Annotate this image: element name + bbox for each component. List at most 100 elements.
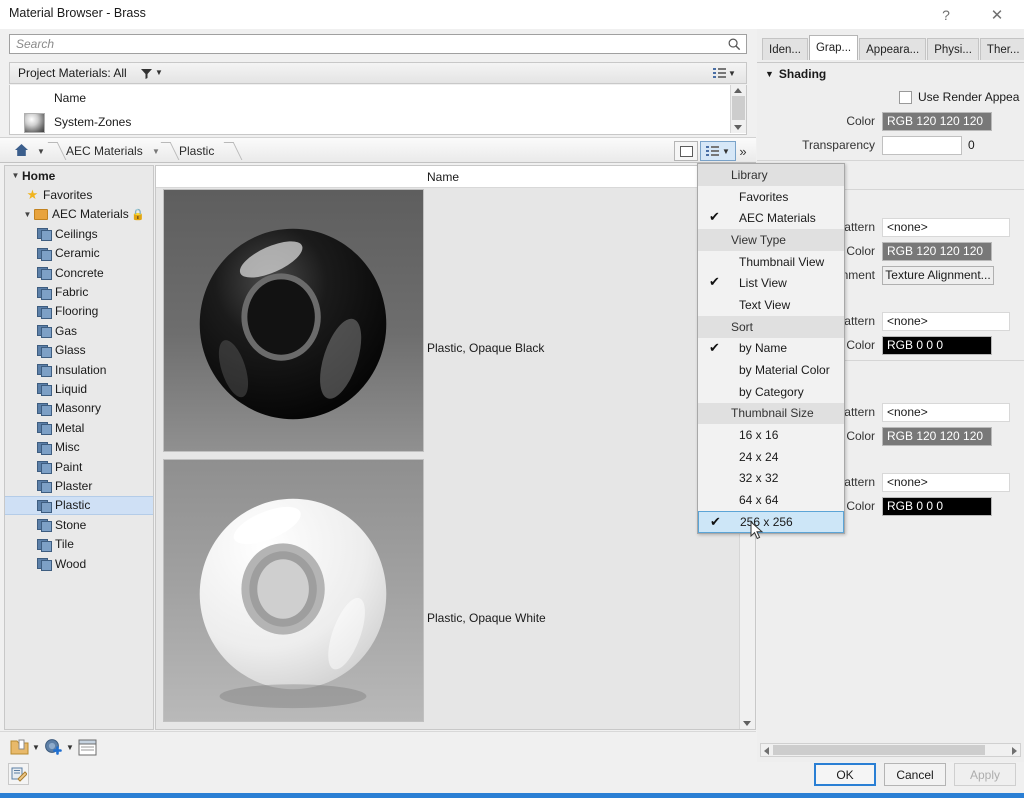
tree-item-wood[interactable]: Wood (5, 554, 153, 573)
expand-button[interactable]: » (732, 141, 754, 161)
tree-item-misc[interactable]: Misc (5, 437, 153, 456)
breadcrumb-aec-dropdown-arrow[interactable]: ▼ (152, 147, 160, 156)
material-editor-button[interactable] (8, 763, 29, 785)
breadcrumb-item-plastic[interactable]: Plastic (179, 138, 214, 163)
tree-item-fabric[interactable]: Fabric (5, 282, 153, 301)
tree-item-concrete[interactable]: Concrete (5, 263, 153, 282)
tree-item-glass[interactable]: Glass (5, 341, 153, 360)
project-materials-scrollbar[interactable] (730, 85, 746, 133)
scroll-up-arrow[interactable] (734, 88, 742, 93)
menu-item-by-category[interactable]: by Category (698, 381, 844, 403)
tree-item-tile[interactable]: Tile (5, 534, 153, 553)
expand-triangle-icon[interactable]: ▼ (9, 171, 22, 180)
tree-item-paint[interactable]: Paint (5, 457, 153, 476)
cancel-button[interactable]: Cancel (884, 763, 946, 786)
folder-icon (34, 208, 48, 220)
new-library-button[interactable]: ▼ (44, 736, 74, 758)
cut-fg-pattern-value[interactable]: <none> (882, 402, 1010, 422)
list-view-button[interactable]: ▼ (700, 141, 736, 161)
menu-item-256-x-256[interactable]: ✔ 256 x 256 (698, 511, 844, 533)
home-dropdown-arrow[interactable]: ▼ (37, 147, 45, 156)
cut-bg-pattern-value[interactable]: <none> (882, 472, 1010, 492)
property-tab-4[interactable]: Ther... (979, 38, 1024, 60)
thumbnail-view-button[interactable] (674, 141, 698, 161)
menu-item-16-x-16[interactable]: 16 x 16 (698, 424, 844, 446)
breadcrumb-item-aec-materials[interactable]: AEC Materials (66, 138, 143, 163)
close-button[interactable]: ✕ (974, 0, 1020, 29)
scroll-left-arrow[interactable] (764, 747, 769, 755)
tree-item-plaster[interactable]: Plaster (5, 476, 153, 495)
menu-item-thumbnail-view[interactable]: Thumbnail View (698, 251, 844, 273)
filter-icon[interactable] (141, 68, 152, 79)
tree-item-ceilings[interactable]: Ceilings (5, 224, 153, 243)
shading-section-header[interactable]: ▼ Shading (757, 63, 1024, 85)
tree-item-metal[interactable]: Metal (5, 418, 153, 437)
material-thumbnail[interactable] (163, 459, 424, 722)
material-thumbnail[interactable] (163, 189, 424, 452)
tree-item-home[interactable]: ▼ Home (5, 166, 153, 185)
menu-item-aec-materials[interactable]: ✔ AEC Materials (698, 207, 844, 229)
chevron-down-icon[interactable]: ▼ (66, 743, 74, 752)
show-panel-button[interactable] (78, 736, 97, 758)
project-materials-view-button[interactable]: ▼ (711, 65, 743, 82)
cut-fg-color-swatch[interactable]: RGB 120 120 120 (882, 426, 992, 446)
use-render-appearance-checkbox[interactable] (899, 90, 912, 104)
help-button[interactable]: ? (923, 0, 969, 29)
tree-item-gas[interactable]: Gas (5, 321, 153, 340)
texture-alignment-button[interactable]: Texture Alignment... (882, 265, 994, 285)
filter-dropdown-arrow[interactable]: ▼ (155, 68, 163, 77)
menu-item-32-x-32[interactable]: 32 x 32 (698, 468, 844, 490)
menu-item-64-x-64[interactable]: 64 x 64 (698, 489, 844, 511)
surface-bg-color-swatch[interactable]: RGB 0 0 0 (882, 335, 992, 355)
collapse-triangle-icon[interactable]: ▼ (765, 69, 774, 79)
material-list-item[interactable]: Plastic, Opaque Black (156, 189, 741, 454)
tree-item-label: Gas (55, 323, 78, 338)
property-tab-2[interactable]: Appeara... (859, 38, 927, 60)
scrollbar-thumb[interactable] (732, 96, 745, 120)
list-item[interactable]: System-Zones (10, 112, 730, 135)
menu-item-24-x-24[interactable]: 24 x 24 (698, 446, 844, 468)
transparency-slider[interactable] (882, 135, 962, 155)
tree-item-aec-materials[interactable]: ▼ AEC Materials 🔒 (5, 205, 153, 224)
scroll-right-arrow[interactable] (1012, 747, 1017, 755)
tree-item-liquid[interactable]: Liquid (5, 379, 153, 398)
property-tab-1[interactable]: Grap... (808, 35, 859, 60)
property-tabs[interactable]: Iden... Grap... Appeara... Physi... Ther... (762, 34, 1024, 60)
property-tab-3[interactable]: Physi... (927, 38, 979, 60)
tree-item-ceramic[interactable]: Ceramic (5, 244, 153, 263)
shading-color-swatch[interactable]: RGB 120 120 120 (882, 111, 992, 131)
tree-item-stone[interactable]: Stone (5, 515, 153, 534)
view-options-menu[interactable]: Library Favorites ✔ AEC Materials View Type T… (697, 163, 845, 534)
use-render-appearance-row[interactable]: Use Render Appea (757, 85, 1024, 109)
surface-fg-pattern-value[interactable]: <none> (882, 217, 1010, 237)
cut-bg-color-swatch[interactable]: RGB 0 0 0 (882, 496, 992, 516)
tree-item-favorites[interactable]: ★ Favorites (5, 185, 153, 204)
search-input[interactable]: Search (9, 34, 747, 54)
ok-button[interactable]: OK (814, 763, 876, 786)
menu-item-list-view[interactable]: ✔ List View (698, 272, 844, 294)
new-material-button[interactable]: ▼ (10, 736, 40, 758)
menu-item-text-view[interactable]: Text View (698, 294, 844, 316)
library-tree[interactable]: ▼ Home ★ Favorites ▼ AEC Materials 🔒 Cei… (4, 165, 154, 730)
property-tab-0[interactable]: Iden... (762, 38, 808, 60)
tree-item-flooring[interactable]: Flooring (5, 302, 153, 321)
material-list-item[interactable]: Plastic, Opaque White (156, 459, 741, 724)
menu-item-by-material-color[interactable]: by Material Color (698, 359, 844, 381)
search-icon[interactable] (727, 37, 742, 52)
expand-triangle-icon[interactable]: ▼ (21, 210, 34, 219)
tree-item-insulation[interactable]: Insulation (5, 360, 153, 379)
chevron-down-icon[interactable]: ▼ (32, 743, 40, 752)
surface-bg-pattern-value[interactable]: <none> (882, 311, 1010, 331)
menu-item-by-name[interactable]: ✔ by Name (698, 338, 844, 360)
tree-item-label: Concrete (55, 265, 104, 280)
scroll-down-arrow[interactable] (734, 125, 742, 130)
menu-item-favorites[interactable]: Favorites (698, 186, 844, 208)
home-icon[interactable] (14, 143, 29, 160)
scroll-down-arrow[interactable] (743, 721, 751, 726)
properties-horizontal-scrollbar[interactable] (760, 743, 1021, 757)
material-content-list[interactable]: Name Plastic, Opaque Black Plastic, Opaq… (155, 165, 756, 730)
tree-item-plastic[interactable]: Plastic (5, 495, 153, 516)
scrollbar-thumb[interactable] (773, 745, 985, 755)
surface-fg-color-swatch[interactable]: RGB 120 120 120 (882, 241, 992, 261)
tree-item-masonry[interactable]: Masonry (5, 399, 153, 418)
